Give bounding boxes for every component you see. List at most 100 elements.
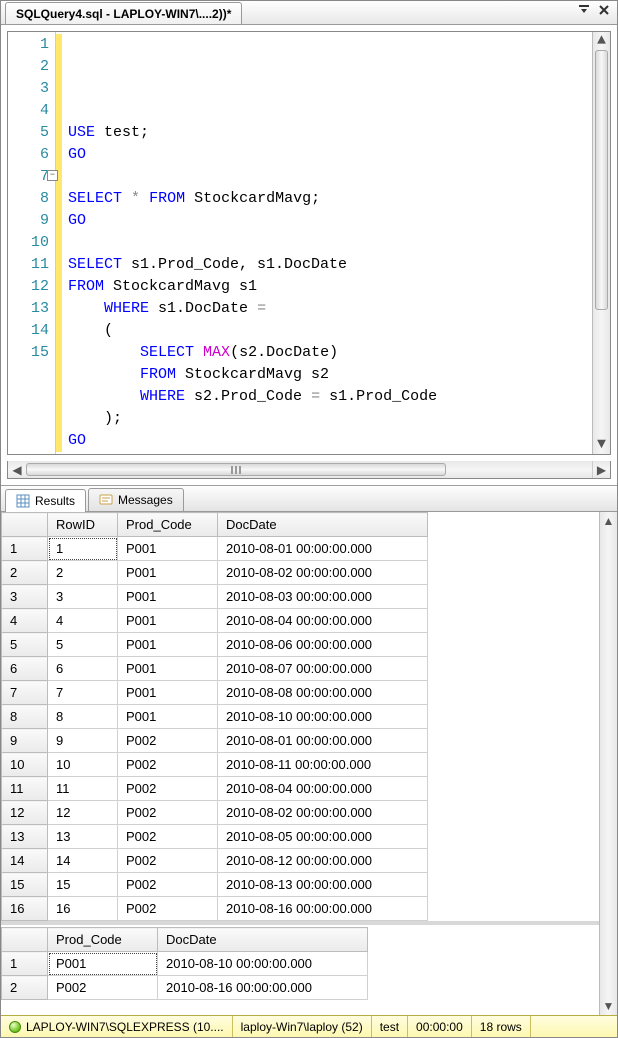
- results-grid-1[interactable]: RowIDProd_CodeDocDate11P0012010-08-01 00…: [1, 512, 428, 921]
- editor-hscroll-thumb[interactable]: [26, 463, 446, 476]
- cell[interactable]: 2010-08-04 00:00:00.000: [218, 609, 428, 633]
- cell[interactable]: P002: [48, 976, 158, 1000]
- row-header[interactable]: 13: [2, 825, 48, 849]
- cell[interactable]: P001: [118, 609, 218, 633]
- tab-results[interactable]: Results: [5, 489, 86, 512]
- row-header[interactable]: 6: [2, 657, 48, 681]
- cell[interactable]: 2010-08-03 00:00:00.000: [218, 585, 428, 609]
- row-header[interactable]: 7: [2, 681, 48, 705]
- code-line[interactable]: [58, 166, 592, 188]
- cell[interactable]: P002: [118, 873, 218, 897]
- cell[interactable]: P002: [118, 849, 218, 873]
- cell[interactable]: 2010-08-04 00:00:00.000: [218, 777, 428, 801]
- scroll-down-arrow-icon[interactable]: ▼: [593, 436, 610, 454]
- row-header[interactable]: 2: [2, 561, 48, 585]
- table-row[interactable]: 1212P0022010-08-02 00:00:00.000: [2, 801, 428, 825]
- fold-icon[interactable]: −: [47, 170, 58, 181]
- editor-vscroll-thumb[interactable]: [595, 50, 608, 310]
- cell[interactable]: 2010-08-10 00:00:00.000: [218, 705, 428, 729]
- row-header[interactable]: 1: [2, 537, 48, 561]
- cell[interactable]: P001: [48, 952, 158, 976]
- close-icon[interactable]: [597, 3, 611, 20]
- cell[interactable]: 2010-08-02 00:00:00.000: [218, 801, 428, 825]
- row-header-corner[interactable]: [2, 513, 48, 537]
- row-header[interactable]: 5: [2, 633, 48, 657]
- scroll-up-arrow-icon[interactable]: ▲: [593, 32, 610, 50]
- cell[interactable]: 2010-08-12 00:00:00.000: [218, 849, 428, 873]
- editor-horizontal-scrollbar[interactable]: ◀ ▶: [7, 461, 611, 479]
- table-row[interactable]: 1414P0022010-08-12 00:00:00.000: [2, 849, 428, 873]
- cell[interactable]: P002: [118, 753, 218, 777]
- cell[interactable]: 5: [48, 633, 118, 657]
- column-header[interactable]: DocDate: [218, 513, 428, 537]
- cell[interactable]: 11: [48, 777, 118, 801]
- code-line[interactable]: );: [58, 408, 592, 430]
- cell[interactable]: 2010-08-02 00:00:00.000: [218, 561, 428, 585]
- code-line[interactable]: [58, 232, 592, 254]
- tab-messages[interactable]: Messages: [88, 488, 184, 511]
- cell[interactable]: P001: [118, 585, 218, 609]
- cell[interactable]: 2010-08-13 00:00:00.000: [218, 873, 428, 897]
- row-header[interactable]: 16: [2, 897, 48, 921]
- column-header[interactable]: Prod_Code: [118, 513, 218, 537]
- cell[interactable]: 3: [48, 585, 118, 609]
- table-row[interactable]: 77P0012010-08-08 00:00:00.000: [2, 681, 428, 705]
- cell[interactable]: 12: [48, 801, 118, 825]
- cell[interactable]: 16: [48, 897, 118, 921]
- cell[interactable]: 2010-08-06 00:00:00.000: [218, 633, 428, 657]
- cell[interactable]: 2010-08-05 00:00:00.000: [218, 825, 428, 849]
- code-line[interactable]: GO: [58, 210, 592, 232]
- cell[interactable]: P001: [118, 561, 218, 585]
- table-row[interactable]: 1111P0022010-08-04 00:00:00.000: [2, 777, 428, 801]
- scroll-right-arrow-icon[interactable]: ▶: [592, 461, 610, 478]
- code-area[interactable]: − USE test;GOSELECT * FROM StockcardMavg…: [56, 32, 592, 454]
- cell[interactable]: 2010-08-16 00:00:00.000: [218, 897, 428, 921]
- editor-vertical-scrollbar[interactable]: ▲ ▼: [592, 32, 610, 454]
- cell[interactable]: P002: [118, 897, 218, 921]
- scroll-left-arrow-icon[interactable]: ◀: [8, 461, 26, 478]
- table-row[interactable]: 88P0012010-08-10 00:00:00.000: [2, 705, 428, 729]
- code-line[interactable]: GO: [58, 144, 592, 166]
- cell[interactable]: P002: [118, 729, 218, 753]
- row-header[interactable]: 10: [2, 753, 48, 777]
- row-header[interactable]: 12: [2, 801, 48, 825]
- code-line[interactable]: WHERE s2.Prod_Code = s1.Prod_Code: [58, 386, 592, 408]
- column-header[interactable]: RowID: [48, 513, 118, 537]
- file-tab[interactable]: SQLQuery4.sql - LAPLOY-WIN7\....2))*: [5, 2, 242, 24]
- row-header[interactable]: 1: [2, 952, 48, 976]
- results-vertical-scrollbar[interactable]: ▲ ▼: [599, 512, 617, 1015]
- code-line[interactable]: (: [58, 320, 592, 342]
- row-header[interactable]: 9: [2, 729, 48, 753]
- code-line[interactable]: FROM StockcardMavg s1: [58, 276, 592, 298]
- cell[interactable]: 15: [48, 873, 118, 897]
- cell[interactable]: 4: [48, 609, 118, 633]
- cell[interactable]: 7: [48, 681, 118, 705]
- cell[interactable]: 2010-08-10 00:00:00.000: [158, 952, 368, 976]
- code-line[interactable]: WHERE s1.DocDate =: [58, 298, 592, 320]
- results-grid-2[interactable]: Prod_CodeDocDate1P0012010-08-10 00:00:00…: [1, 927, 368, 1000]
- scroll-down-arrow-icon[interactable]: ▼: [600, 997, 617, 1015]
- table-row[interactable]: 33P0012010-08-03 00:00:00.000: [2, 585, 428, 609]
- cell[interactable]: 1: [48, 537, 118, 561]
- code-line[interactable]: SELECT MAX(s2.DocDate): [58, 342, 592, 364]
- cell[interactable]: 8: [48, 705, 118, 729]
- column-header[interactable]: DocDate: [158, 928, 368, 952]
- cell[interactable]: 10: [48, 753, 118, 777]
- table-row[interactable]: 11P0012010-08-01 00:00:00.000: [2, 537, 428, 561]
- row-header[interactable]: 3: [2, 585, 48, 609]
- scroll-up-arrow-icon[interactable]: ▲: [600, 512, 617, 530]
- row-header-corner[interactable]: [2, 928, 48, 952]
- code-line[interactable]: SELECT * FROM StockcardMavg;: [58, 188, 592, 210]
- cell[interactable]: 2010-08-01 00:00:00.000: [218, 537, 428, 561]
- code-line[interactable]: GO: [58, 430, 592, 452]
- cell[interactable]: 6: [48, 657, 118, 681]
- cell[interactable]: P001: [118, 657, 218, 681]
- table-row[interactable]: 99P0022010-08-01 00:00:00.000: [2, 729, 428, 753]
- row-header[interactable]: 11: [2, 777, 48, 801]
- cell[interactable]: 2010-08-08 00:00:00.000: [218, 681, 428, 705]
- code-line[interactable]: FROM StockcardMavg s2: [58, 364, 592, 386]
- cell[interactable]: 14: [48, 849, 118, 873]
- table-row[interactable]: 1P0012010-08-10 00:00:00.000: [2, 952, 368, 976]
- code-line[interactable]: USE test;: [58, 122, 592, 144]
- column-header[interactable]: Prod_Code: [48, 928, 158, 952]
